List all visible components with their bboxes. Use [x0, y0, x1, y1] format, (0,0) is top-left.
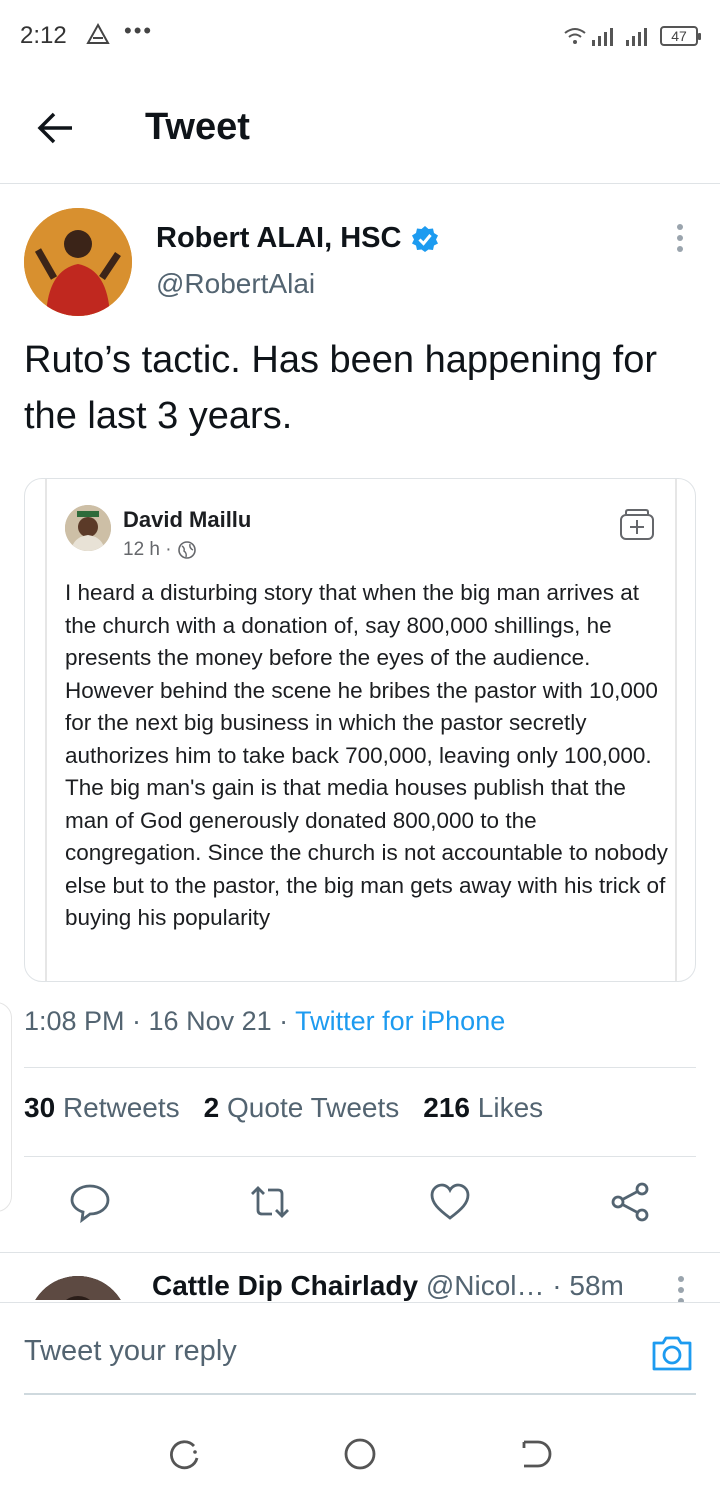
more-notifications-icon: •••	[124, 18, 154, 43]
author-name-row[interactable]: Robert ALAI, HSC	[156, 222, 439, 255]
embedded-post-meta: 12 h ·	[123, 539, 196, 561]
warning-icon	[86, 22, 110, 44]
back-icon[interactable]	[516, 1434, 556, 1474]
home-icon[interactable]	[340, 1434, 380, 1474]
like-icon[interactable]	[428, 1180, 472, 1224]
tweet-media-image[interactable]: David Maillu 12 h · I heard a disturbing…	[24, 478, 696, 982]
reply-icon[interactable]	[68, 1180, 112, 1224]
camera-icon[interactable]	[650, 1333, 694, 1373]
author-name[interactable]: Robert ALAI, HSC	[156, 222, 401, 255]
back-arrow-icon[interactable]	[36, 108, 76, 148]
reply-author-name[interactable]: Cattle Dip Chairlady	[152, 1270, 418, 1301]
avatar-image	[24, 208, 132, 316]
battery-icon: 47	[660, 26, 701, 46]
embedded-author-avatar	[65, 505, 111, 551]
likes-label: Likes	[477, 1092, 544, 1123]
embedded-post: David Maillu 12 h · I heard a disturbing…	[45, 479, 677, 981]
embedded-post-age: 12 h ·	[123, 539, 172, 560]
likes-count: 216	[423, 1092, 470, 1123]
divider	[24, 1067, 696, 1068]
page-title: Tweet	[145, 106, 250, 148]
globe-icon	[177, 541, 196, 559]
retweets-label: Retweets	[62, 1092, 180, 1123]
wifi-icon	[564, 28, 586, 44]
embedded-author-name: David Maillu	[123, 507, 252, 532]
retweets-count: 30	[24, 1092, 56, 1123]
signal-icon-2	[626, 28, 647, 46]
quote-tweets-label: Quote Tweets	[227, 1092, 400, 1123]
author-handle[interactable]: @RobertAlai	[156, 268, 315, 300]
embedded-post-text: I heard a disturbing story that when the…	[65, 580, 668, 930]
share-icon[interactable]	[608, 1180, 652, 1224]
more-options-icon[interactable]	[670, 224, 690, 258]
author-avatar[interactable]	[24, 208, 132, 316]
reply-input[interactable]: Tweet your reply	[24, 1335, 237, 1368]
retweet-icon[interactable]	[248, 1180, 292, 1224]
quote-tweets-stat[interactable]: 2 Quote Tweets	[204, 1092, 400, 1124]
top-app-bar: Tweet	[0, 72, 720, 184]
save-post-icon	[620, 509, 654, 540]
tweet-timestamp-row: 1:08 PM · 16 Nov 21 · Twitter for iPhone	[24, 1006, 505, 1037]
tweet-source-link[interactable]: Twitter for iPhone	[295, 1006, 505, 1036]
retweets-stat[interactable]: 30 Retweets	[24, 1092, 180, 1124]
signal-icon	[592, 28, 613, 46]
tweet-stats: 30 Retweets 2 Quote Tweets 216 Likes	[24, 1092, 543, 1124]
tweet-text: Ruto’s tactic. Has been happening for th…	[24, 339, 658, 437]
verified-badge-icon	[412, 225, 439, 252]
reply-author-handle: @Nicol…	[418, 1270, 545, 1301]
system-navigation-bar	[0, 1406, 720, 1500]
embedded-avatar-image	[65, 505, 111, 551]
quote-tweets-count: 2	[203, 1092, 220, 1123]
reply-composer: Tweet your reply	[0, 1302, 720, 1406]
divider	[0, 1252, 720, 1253]
battery-level: 47	[671, 28, 687, 44]
tweet-action-bar	[0, 1180, 720, 1234]
reply-time: · 58m	[544, 1270, 624, 1301]
reply-input-underline	[24, 1393, 696, 1395]
status-time: 2:12	[20, 22, 67, 49]
recents-icon[interactable]	[164, 1434, 204, 1474]
status-indicators: 47	[564, 24, 701, 48]
status-bar: 2:12 ••• 47	[0, 0, 720, 72]
tweet-timestamp: 1:08 PM · 16 Nov 21 ·	[24, 1006, 296, 1036]
divider	[24, 1156, 696, 1157]
reply-header[interactable]: Cattle Dip Chairlady @Nicol… · 58m	[152, 1270, 624, 1302]
likes-stat[interactable]: 216 Likes	[423, 1092, 543, 1124]
